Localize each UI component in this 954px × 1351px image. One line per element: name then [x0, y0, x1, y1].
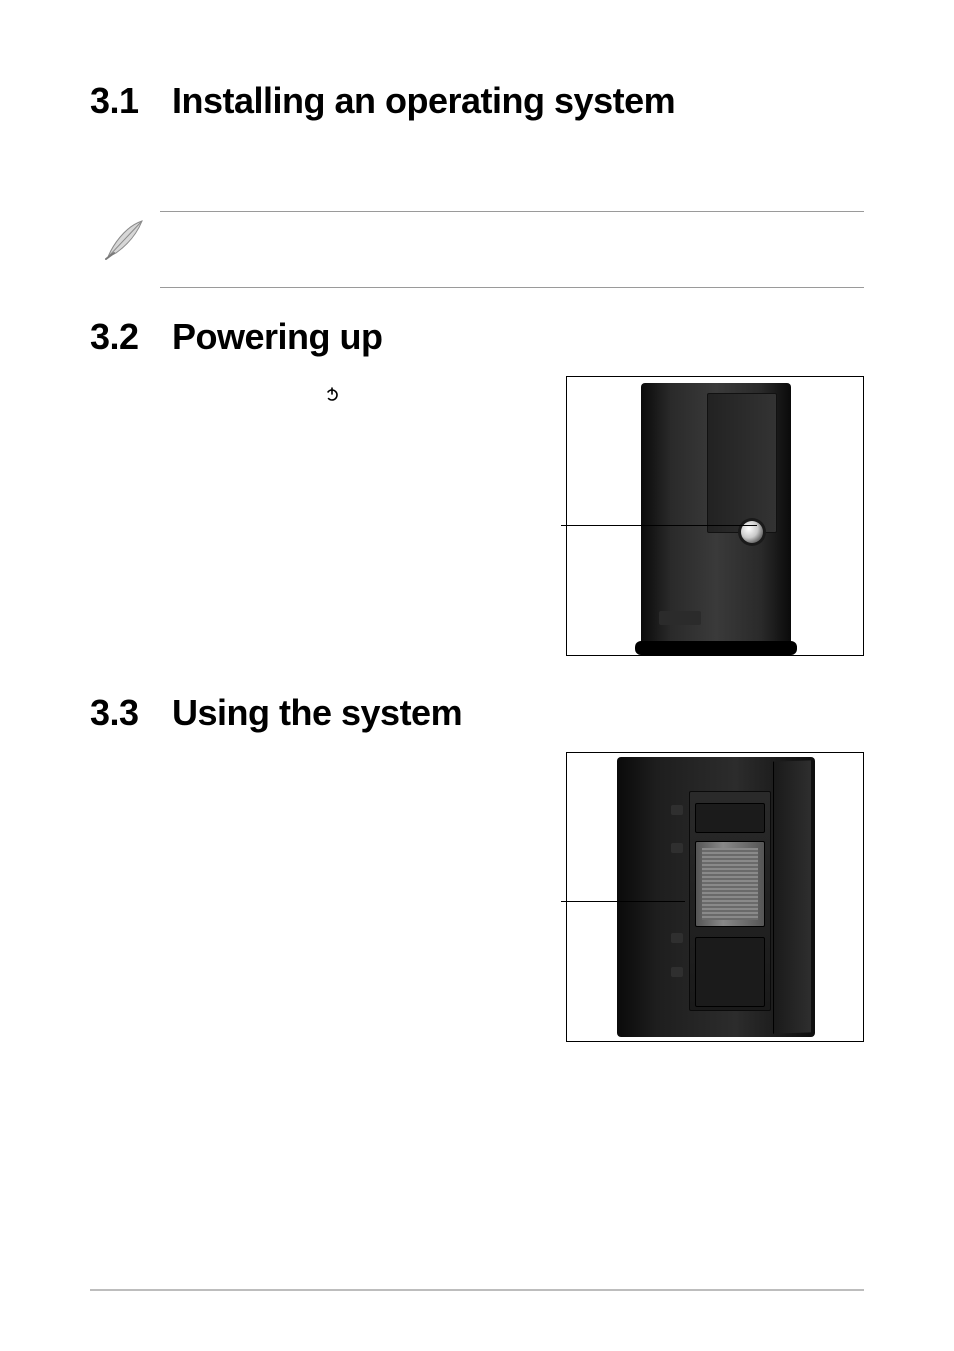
footer-chapter: Chapter 3: Starting up [727, 1305, 864, 1321]
section-heading-3-1: 3.1 Installing an operating system [90, 80, 864, 122]
section-heading-3-2: 3.2 Powering up [90, 316, 864, 358]
heading-number: 3.2 [90, 316, 144, 358]
heading-title: Powering up [172, 316, 383, 358]
section-heading-3-3: 3.3 Using the system [90, 692, 864, 734]
section-3-2-paragraph: Press the system power button ( ) to ent… [90, 386, 542, 409]
note-feather-icon [90, 211, 160, 263]
figure-front-panel [566, 752, 864, 1042]
figure-power-button [566, 376, 864, 656]
power-icon [324, 386, 340, 409]
footer-page-number: 3-2 [90, 1305, 110, 1321]
heading-title: Installing an operating system [172, 80, 675, 122]
note-box: Because motherboard settings and hardwar… [160, 211, 864, 288]
subsection-heading-3-3-1: 3.3.1 Front panel I/O access [90, 752, 542, 773]
heading-title: Using the system [172, 692, 462, 734]
note-text: Because motherboard settings and hardwar… [160, 224, 864, 267]
heading-number: 3.1 [90, 80, 144, 122]
section-3-1-paragraph: The barebone system supports Windows® 20… [90, 140, 864, 183]
para-after: ) to enter the OS. [344, 389, 467, 406]
figure-3-3-label: Memory card reader [90, 935, 542, 957]
figure-3-2-label: System power button [90, 479, 542, 501]
section-3-3-paragraph: Open the front panel cover by pressing o… [90, 783, 542, 805]
footer-rule [90, 1289, 864, 1291]
heading-number: 3.3 [90, 692, 144, 734]
para-before: Press the system power button ( [90, 389, 319, 406]
